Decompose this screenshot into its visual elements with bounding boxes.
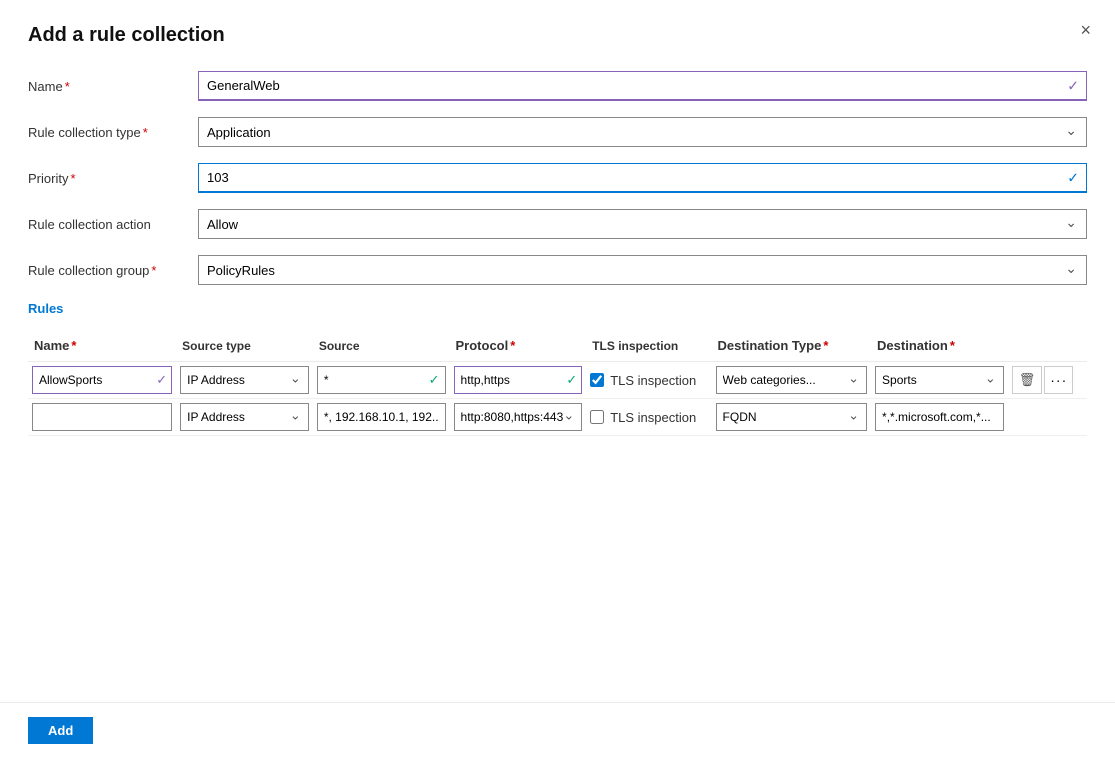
rule-collection-group-select-wrap: PolicyRules [198,255,1087,285]
table-row: IP Address IP Group http:8080,https:443 [28,399,1087,436]
row2-name-input[interactable] [32,403,172,431]
rule-collection-group-label: Rule collection group* [28,263,198,278]
table-row: ✓ IP Address IP Group [28,362,1087,399]
row2-protocol-cell: http:8080,https:443 [450,399,587,436]
col-header-source: Source [313,332,450,362]
row2-name-cell [28,399,176,436]
row1-source-input[interactable] [317,366,446,394]
row1-actions-cell: 🗑 ··· [1008,362,1087,399]
col-header-source-type: Source type [176,332,313,362]
name-label: Name* [28,79,198,94]
priority-label: Priority* [28,171,198,186]
row1-source-type-select[interactable]: IP Address IP Group [180,366,309,394]
col-header-destination-type: Destination Type* [712,332,872,362]
row1-dest-type-cell: Web categories... FQDN URL [712,362,872,399]
row2-actions-cell [1008,399,1087,436]
col-header-tls: TLS inspection [586,332,711,362]
name-row: Name* ✓ [28,71,1087,101]
row2-dest-type-select[interactable]: Web categories FQDN URL [716,403,868,431]
row1-tls-checkbox[interactable] [590,373,604,387]
rules-table: Name* Source type Source Protocol* TLS i… [28,332,1087,436]
rule-collection-action-select[interactable]: Allow Deny [198,209,1087,239]
rule-collection-type-label: Rule collection type* [28,125,198,140]
priority-check-icon: ✓ [1067,170,1079,187]
row1-protocol-select[interactable]: http,https http https mssql [454,366,583,394]
row2-source-input[interactable] [317,403,446,431]
table-header-row: Name* Source type Source Protocol* TLS i… [28,332,1087,362]
row1-protocol-check-icon: ✓ [566,372,577,388]
name-check-icon: ✓ [1067,78,1079,95]
add-rule-collection-dialog: Add a rule collection × Name* ✓ Rule col… [0,0,1115,758]
rule-collection-group-row: Rule collection group* PolicyRules [28,255,1087,285]
priority-input[interactable] [198,163,1087,193]
row1-name-cell: ✓ [28,362,176,399]
row2-destination-cell [871,399,1008,436]
row2-dest-type-cell: Web categories FQDN URL [712,399,872,436]
row1-dest-type-select[interactable]: Web categories... FQDN URL [716,366,868,394]
row1-delete-button[interactable]: 🗑 [1012,366,1043,394]
row1-destination-select[interactable]: Sports News Social [875,366,1004,394]
rule-collection-group-select[interactable]: PolicyRules [198,255,1087,285]
row1-source-cell: ✓ [313,362,450,399]
row2-destination-input[interactable] [875,403,1004,431]
row1-more-button[interactable]: ··· [1044,366,1073,394]
rule-collection-type-row: Rule collection type* Application Networ… [28,117,1087,147]
rule-collection-type-select[interactable]: Application Network DNAT [198,117,1087,147]
row1-tls-label: TLS inspection [610,373,696,388]
rule-collection-action-select-wrap: Allow Deny [198,209,1087,239]
dialog-title: Add a rule collection [28,24,1087,47]
row2-tls-cell: TLS inspection [586,399,711,436]
row2-source-type-select[interactable]: IP Address IP Group [180,403,309,431]
row1-source-check-icon: ✓ [429,372,440,388]
rule-collection-action-row: Rule collection action Allow Deny [28,209,1087,239]
close-button[interactable]: × [1080,20,1091,41]
rule-collection-action-label: Rule collection action [28,217,198,232]
row2-tls-checkbox[interactable] [590,410,604,424]
row1-destination-cell: Sports News Social [871,362,1008,399]
row1-tls-cell: TLS inspection [586,362,711,399]
row2-source-cell [313,399,450,436]
rules-section: Rules Name* Source type Source Protocol*… [28,301,1087,436]
col-header-name: Name* [28,332,176,362]
rule-collection-type-select-wrap: Application Network DNAT [198,117,1087,147]
row1-protocol-cell: http,https http https mssql ✓ [450,362,587,399]
row1-name-check-icon: ✓ [156,372,167,388]
rules-section-title: Rules [28,301,1087,316]
dialog-footer: Add [0,702,1115,758]
priority-row: Priority* ✓ [28,163,1087,193]
priority-field-wrap: ✓ [198,163,1087,193]
row1-source-type-cell: IP Address IP Group [176,362,313,399]
row2-tls-label: TLS inspection [610,410,696,425]
add-button[interactable]: Add [28,717,93,744]
name-field-wrap: ✓ [198,71,1087,101]
col-header-destination: Destination* [871,332,1008,362]
row2-source-type-cell: IP Address IP Group [176,399,313,436]
col-header-protocol: Protocol* [450,332,587,362]
row2-protocol-select[interactable]: http:8080,https:443 [454,403,583,431]
name-input[interactable] [198,71,1087,101]
col-header-actions [1008,332,1087,362]
row1-name-input[interactable] [32,366,172,394]
